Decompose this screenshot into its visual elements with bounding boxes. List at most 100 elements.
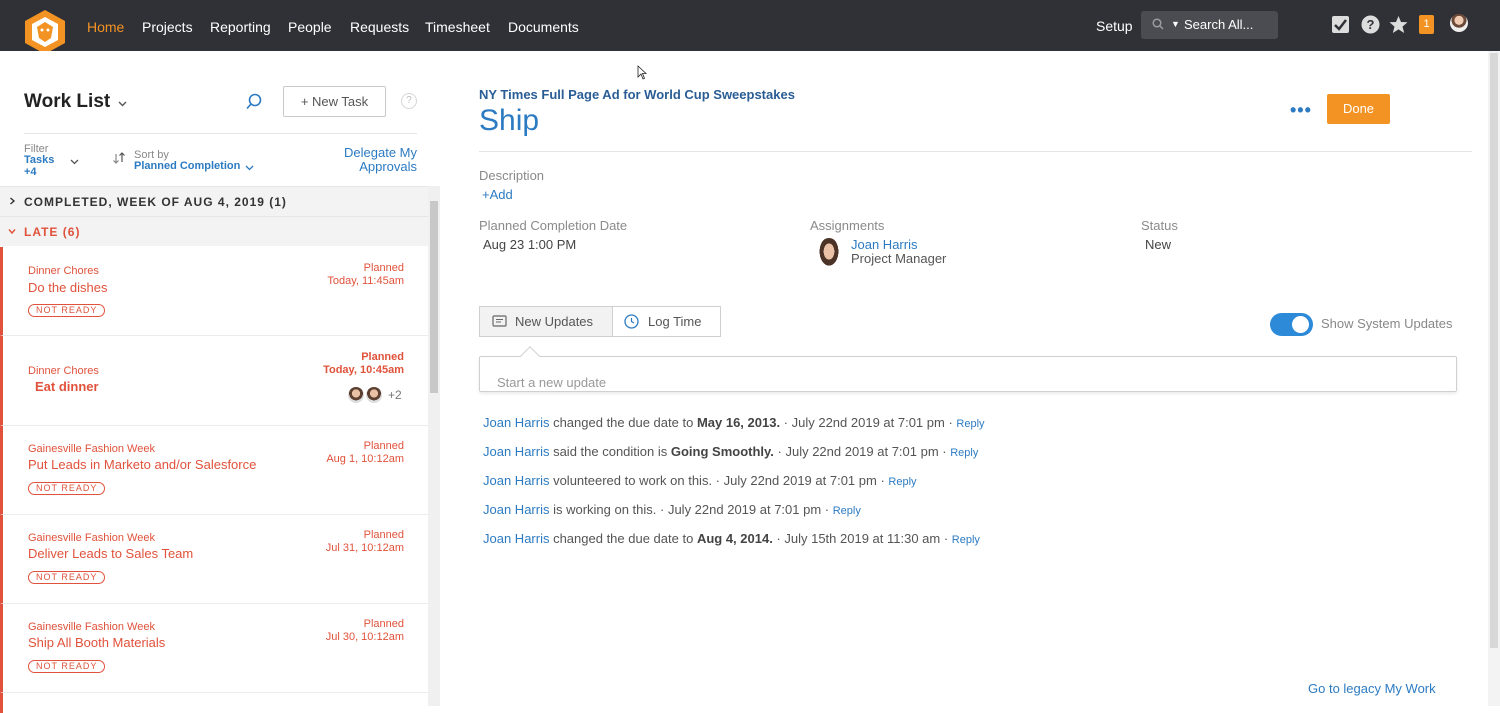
reply-link[interactable]: Reply [956,418,984,430]
planned-label: Planned [363,440,404,452]
task-list-item[interactable]: Gainesville Fashion Week Put Leads in Ma… [0,426,428,515]
user-link[interactable]: Joan Harris [483,473,549,488]
update-text: changed the due date to [549,415,697,430]
filter-value: Tasks [24,154,55,166]
group-header-completed[interactable]: COMPLETED, WEEK OF AUG 4, 2019 (1) [0,186,428,216]
search-icon [1152,18,1164,30]
user-link[interactable]: Joan Harris [483,444,549,459]
clock-icon [624,314,639,329]
task-list-item[interactable] [0,693,428,713]
parent-project-link[interactable]: NY Times Full Page Ad for World Cup Swee… [479,87,795,102]
chevron-down-icon[interactable] [118,99,127,108]
work-list-scrollbar[interactable] [428,186,440,706]
user-avatar[interactable] [1450,14,1468,32]
task-planned-date: Planned Jul 30, 10:12am [326,618,404,644]
help-icon[interactable]: ? [1361,15,1380,34]
planned-completion-label: Planned Completion Date [479,218,628,233]
search-icon[interactable] [245,93,263,111]
status-badge: NOT READY [28,571,106,584]
task-list-item[interactable]: Gainesville Fashion Week Ship All Booth … [0,604,428,693]
chevron-down-icon [8,229,16,235]
task-planned-date: Planned Jul 31, 10:12am [326,529,404,555]
scrollbar-thumb[interactable] [430,201,438,393]
nav-documents[interactable]: Documents [508,19,579,35]
planned-label: Planned [361,351,404,363]
scrollbar-thumb[interactable] [1490,53,1498,648]
task-list-item[interactable]: Gainesville Fashion Week Deliver Leads t… [0,515,428,604]
planned-value: Jul 31, 10:12am [325,542,404,554]
task-list-item[interactable]: Dinner Chores Do the dishes NOT READY Pl… [0,247,428,336]
delegate-line-2: Approvals [359,159,417,174]
tab-log-time[interactable]: Log Time [613,307,720,336]
lion-logo-icon[interactable] [22,10,68,56]
nav-reporting[interactable]: Reporting [210,19,271,35]
assignee-name-link[interactable]: Joan Harris [851,237,917,252]
help-icon[interactable]: ? [401,93,417,109]
notification-badge[interactable]: 1 [1419,15,1434,34]
filter-extra-count: +4 [24,166,37,178]
task-name: Put Leads in Marketo and/or Salesforce [28,457,257,472]
add-description-link[interactable]: +Add [482,187,513,202]
reply-link[interactable]: Reply [950,447,978,459]
update-text: changed the due date to [549,531,697,546]
task-project: Gainesville Fashion Week [28,443,155,455]
detail-scrollbar[interactable] [1488,51,1500,706]
chevron-down-icon: ▼ [1171,19,1180,29]
extra-assignees-count: +2 [388,388,402,402]
user-link[interactable]: Joan Harris [483,531,549,546]
chevron-down-icon[interactable] [70,157,79,166]
legacy-my-work-link[interactable]: Go to legacy My Work [1308,681,1436,696]
more-options-icon[interactable]: ••• [1290,100,1312,121]
reply-link[interactable]: Reply [833,505,861,517]
toggle-knob [1292,316,1309,333]
task-list-item[interactable]: Dinner Chores Eat dinner Planned Today, … [0,336,428,426]
nav-people[interactable]: People [288,19,332,35]
reply-link[interactable]: Reply [952,534,980,546]
task-title[interactable]: Ship [479,104,539,138]
reply-link[interactable]: Reply [888,476,916,488]
nav-requests[interactable]: Requests [350,19,409,35]
update-text: is working on this. · July 22nd 2019 at … [549,502,833,517]
user-link[interactable]: Joan Harris [483,502,549,517]
planned-value: Jul 30, 10:12am [325,631,404,643]
work-list-title[interactable]: Work List [24,91,110,113]
tab-new-updates[interactable]: New Updates [480,307,613,336]
user-link[interactable]: Joan Harris [483,415,549,430]
update-feed-item: Joan Harris changed the due date to May … [483,415,985,430]
update-timestamp: · July 15th 2019 at 11:30 am · [772,531,952,546]
chevron-down-icon[interactable] [245,163,254,172]
divider [479,151,1472,152]
assignee-role: Project Manager [851,251,947,266]
sort-dropdown[interactable]: Planned Completion [134,160,240,172]
filter-dropdown[interactable]: Tasks +4 [24,154,54,178]
nav-timesheet[interactable]: Timesheet [425,19,490,35]
update-timestamp: · July 22nd 2019 at 7:01 pm · [780,415,957,430]
planned-completion-value[interactable]: Aug 23 1:00 PM [483,237,576,252]
comment-icon [492,315,507,327]
sort-icon[interactable] [112,151,126,165]
new-task-button[interactable]: + New Task [283,86,386,117]
update-input[interactable] [479,356,1457,392]
status-value[interactable]: New [1145,237,1171,252]
update-timestamp: · July 22nd 2019 at 7:01 pm · [773,444,951,459]
group-label: LATE (6) [24,225,81,239]
nav-projects[interactable]: Projects [142,19,193,35]
group-header-late[interactable]: LATE (6) [0,216,428,246]
global-search[interactable]: ▼ Search All... [1141,11,1278,39]
description-label: Description [479,168,545,183]
status-badge: NOT READY [28,304,106,317]
update-text: volunteered to work on this. · July 22nd… [549,473,889,488]
nav-home[interactable]: Home [87,19,124,35]
delegate-approvals-link[interactable]: Delegate My Approvals [317,146,417,174]
search-label: Search All... [1184,17,1254,32]
avatar [348,387,364,403]
star-icon[interactable] [1389,15,1408,34]
checkbox-icon[interactable] [1331,15,1350,34]
tab-label: New Updates [515,314,594,329]
show-system-updates-toggle[interactable] [1270,313,1313,336]
done-button[interactable]: Done [1327,94,1390,124]
setup-link[interactable]: Setup [1096,18,1133,34]
task-name: Do the dishes [28,280,108,295]
update-placeholder: Start a new update [497,375,607,390]
planned-label: Planned [363,529,404,541]
